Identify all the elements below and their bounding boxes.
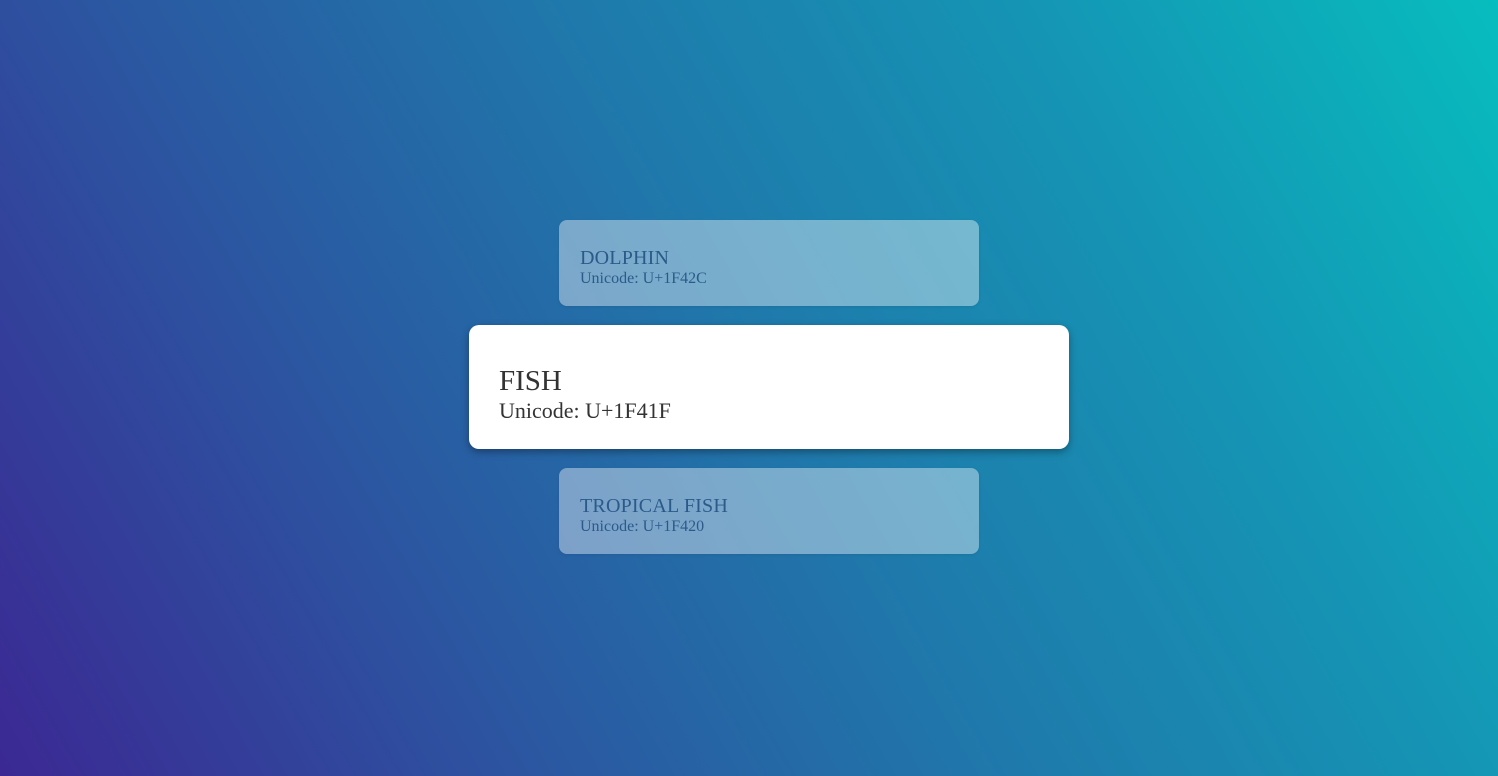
- card-name: FISH: [499, 365, 562, 397]
- card-unicode: Unicode: U+1F420: [580, 518, 705, 535]
- card-current-fish[interactable]: FISH Unicode: U+1F41F: [469, 325, 1069, 449]
- card-unicode: Unicode: U+1F42C: [580, 270, 707, 287]
- card-name: TROPICAL FISH: [580, 495, 728, 517]
- card-name: DOLPHIN: [580, 247, 670, 269]
- card-previous-dolphin[interactable]: DOLPHIN Unicode: U+1F42C: [559, 220, 979, 306]
- card-unicode: Unicode: U+1F41F: [499, 398, 671, 423]
- card-next-tropical-fish[interactable]: TROPICAL FISH Unicode: U+1F420: [559, 468, 979, 554]
